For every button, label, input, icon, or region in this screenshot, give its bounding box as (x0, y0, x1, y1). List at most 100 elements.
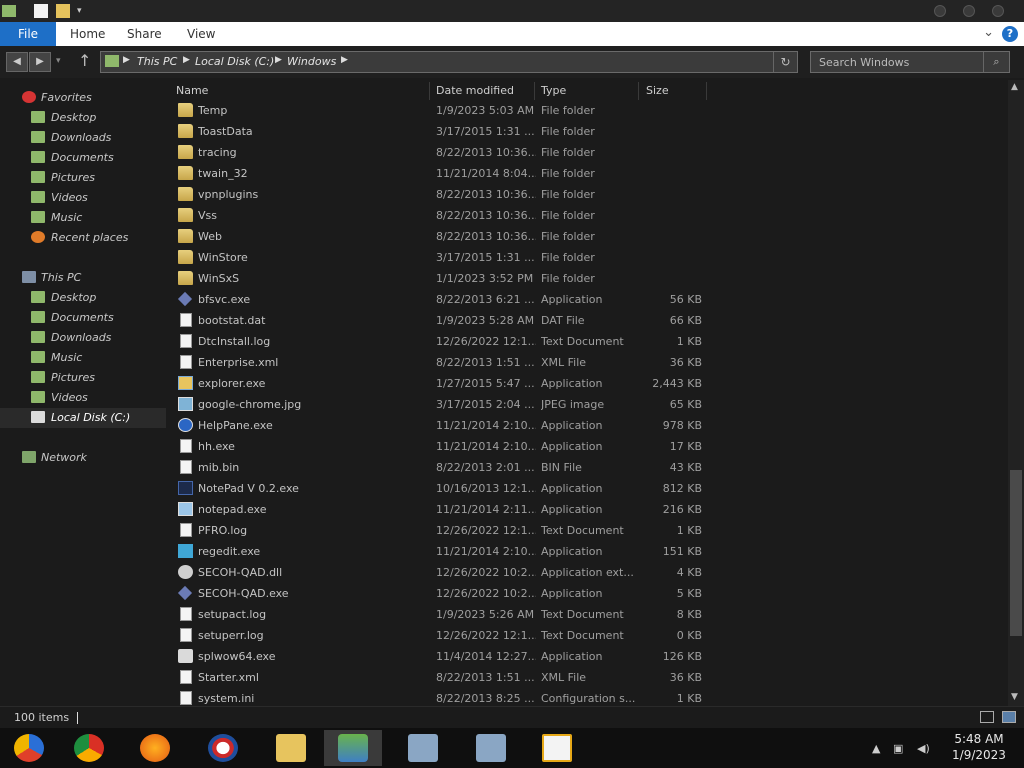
recent-locations-icon[interactable]: ▾ (56, 56, 61, 66)
show-hidden-icons-icon[interactable]: ▲ (872, 742, 880, 755)
taskbar-app[interactable] (0, 730, 58, 766)
taskbar-app[interactable] (462, 730, 520, 766)
table-row[interactable]: bfsvc.exe 8/22/2013 6:21 ... Application 56… (166, 289, 726, 310)
nav-fav-music[interactable]: Music (0, 208, 166, 228)
search-box[interactable]: Search Windows ⌕ (810, 51, 1010, 73)
nav-network[interactable]: Network (0, 448, 166, 468)
chevron-right-icon[interactable]: ▶ (341, 55, 348, 65)
details-view-icon[interactable] (980, 711, 994, 723)
vertical-scrollbar[interactable]: ▲ ▼ (1008, 80, 1024, 706)
search-icon[interactable]: ⌕ (983, 52, 1009, 72)
nav-pc-documents[interactable]: Documents (0, 308, 166, 328)
column-divider[interactable] (638, 82, 639, 100)
table-row[interactable]: regedit.exe 11/21/2014 2:10... Application… (166, 541, 726, 562)
taskbar-app[interactable] (126, 730, 184, 766)
table-row[interactable]: hh.exe 11/21/2014 2:10... Application 17 KB (166, 436, 726, 457)
table-row[interactable]: SECOH-QAD.dll 12/26/2022 10:2... Applicati… (166, 562, 726, 583)
breadcrumb-this-pc[interactable]: This PC (137, 55, 177, 68)
table-row[interactable]: system.ini 8/22/2013 8:25 ... Configuratio… (166, 688, 726, 706)
chevron-right-icon[interactable]: ▶ (123, 55, 130, 65)
tab-file[interactable]: File (0, 22, 56, 46)
taskbar-app[interactable] (394, 730, 452, 766)
search-input[interactable]: Search Windows (819, 56, 909, 69)
system-clock[interactable]: 5:48 AM 1/9/2023 (944, 731, 1014, 763)
table-row[interactable]: HelpPane.exe 11/21/2014 2:10... Applicatio… (166, 415, 726, 436)
column-divider[interactable] (429, 82, 430, 100)
forward-button[interactable]: ▶ (29, 52, 51, 72)
column-divider[interactable] (706, 82, 707, 100)
chevron-right-icon[interactable]: ▶ (275, 55, 282, 65)
close-button[interactable] (992, 5, 1004, 17)
table-row[interactable]: vpnplugins 8/22/2013 10:36... File folder (166, 184, 726, 205)
taskbar-app[interactable] (528, 730, 586, 766)
up-button[interactable]: ↑ (78, 51, 91, 70)
scroll-down-icon[interactable]: ▼ (1011, 692, 1018, 702)
column-date-modified[interactable]: Date modified (432, 82, 514, 100)
table-row[interactable]: Vss 8/22/2013 10:36... File folder (166, 205, 726, 226)
table-row[interactable]: splwow64.exe 11/4/2014 12:27... Applicatio… (166, 646, 726, 667)
nav-fav-desktop[interactable]: Desktop (0, 108, 166, 128)
table-row[interactable]: google-chrome.jpg 3/17/2015 2:04 ... JPEG … (166, 394, 726, 415)
expand-ribbon-icon[interactable]: ⌄ (983, 25, 994, 40)
table-row[interactable]: Temp 1/9/2023 5:03 AM File folder (166, 100, 726, 121)
taskbar-app[interactable] (60, 730, 118, 766)
minimize-button[interactable] (934, 5, 946, 17)
scroll-up-icon[interactable]: ▲ (1011, 82, 1018, 92)
taskbar-app-active[interactable] (324, 730, 382, 766)
scroll-thumb[interactable] (1010, 470, 1022, 636)
nav-fav-documents[interactable]: Documents (0, 148, 166, 168)
tab-view[interactable]: View (187, 22, 215, 46)
column-size[interactable]: Size (642, 82, 669, 100)
nav-pc-videos[interactable]: Videos (0, 388, 166, 408)
help-icon[interactable]: ? (1002, 26, 1018, 42)
nav-pc-pictures[interactable]: Pictures (0, 368, 166, 388)
nav-fav-pictures[interactable]: Pictures (0, 168, 166, 188)
column-name[interactable]: Name (172, 82, 208, 100)
table-row[interactable]: WinSxS 1/1/2023 3:52 PM File folder (166, 268, 726, 289)
nav-pc-music[interactable]: Music (0, 348, 166, 368)
table-row[interactable]: tracing 8/22/2013 10:36... File folder (166, 142, 726, 163)
nav-fav-videos[interactable]: Videos (0, 188, 166, 208)
chevron-right-icon[interactable]: ▶ (183, 55, 190, 65)
table-row[interactable]: NotePad V 0.2.exe 10/16/2013 12:1... Appli… (166, 478, 726, 499)
breadcrumb-local-disk[interactable]: Local Disk (C:) (195, 55, 274, 68)
table-row[interactable]: Enterprise.xml 8/22/2013 1:51 ... XML File… (166, 352, 726, 373)
volume-icon[interactable]: ◀) (917, 742, 930, 755)
chevron-down-icon[interactable]: ▾ (77, 6, 82, 22)
table-row[interactable]: twain_32 11/21/2014 8:04... File folder (166, 163, 726, 184)
large-icons-view-icon[interactable] (1002, 711, 1016, 723)
taskbar-app[interactable] (194, 730, 252, 766)
table-row[interactable]: explorer.exe 1/27/2015 5:47 ... Applicatio… (166, 373, 726, 394)
column-divider[interactable] (534, 82, 535, 100)
maximize-button[interactable] (963, 5, 975, 17)
table-row[interactable]: ToastData 3/17/2015 1:31 ... File folder (166, 121, 726, 142)
nav-fav-downloads[interactable]: Downloads (0, 128, 166, 148)
address-bar[interactable]: ▶ This PC ▶ Local Disk (C:) ▶ Windows ▶ … (100, 51, 798, 73)
properties-icon[interactable] (34, 4, 48, 18)
taskbar-app[interactable] (262, 730, 320, 766)
table-row[interactable]: PFRO.log 12/26/2022 12:1... Text Document 1… (166, 520, 726, 541)
new-folder-icon[interactable] (56, 4, 70, 18)
back-button[interactable]: ◀ (6, 52, 28, 72)
nav-pc-downloads[interactable]: Downloads (0, 328, 166, 348)
table-row[interactable]: SECOH-QAD.exe 12/26/2022 10:2... Applicati… (166, 583, 726, 604)
table-row[interactable]: setuperr.log 12/26/2022 12:1... Text Docum… (166, 625, 726, 646)
nav-pc-local-disk[interactable]: Local Disk (C:) (0, 408, 166, 428)
table-row[interactable]: Web 8/22/2013 10:36... File folder (166, 226, 726, 247)
table-row[interactable]: WinStore 3/17/2015 1:31 ... File folder (166, 247, 726, 268)
nav-fav-recent-places[interactable]: Recent places (0, 228, 166, 248)
breadcrumb-windows[interactable]: Windows (287, 55, 336, 68)
network-tray-icon[interactable]: ▣ (893, 742, 903, 755)
table-row[interactable]: Starter.xml 8/22/2013 1:51 ... XML File 36 … (166, 667, 726, 688)
table-row[interactable]: DtcInstall.log 12/26/2022 12:1... Text Doc… (166, 331, 726, 352)
table-row[interactable]: mib.bin 8/22/2013 2:01 ... BIN File 43 KB (166, 457, 726, 478)
column-type[interactable]: Type (537, 82, 566, 100)
nav-this-pc[interactable]: This PC (0, 268, 166, 288)
tab-share[interactable]: Share (127, 22, 162, 46)
tab-home[interactable]: Home (70, 22, 105, 46)
table-row[interactable]: bootstat.dat 1/9/2023 5:28 AM DAT File 66 K… (166, 310, 726, 331)
table-row[interactable]: notepad.exe 11/21/2014 2:11... Application… (166, 499, 726, 520)
nav-pc-desktop[interactable]: Desktop (0, 288, 166, 308)
refresh-icon[interactable]: ↻ (773, 52, 797, 72)
nav-favorites[interactable]: Favorites (0, 88, 166, 108)
